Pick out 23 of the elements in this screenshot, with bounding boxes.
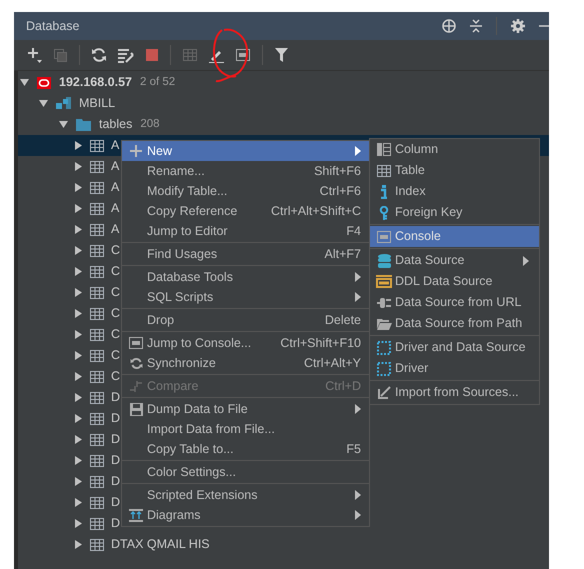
table-name: C [111, 347, 120, 364]
table-count: 208 [140, 116, 160, 132]
schema-count: 2 of 52 [140, 74, 176, 90]
table-name: DTAX QMAIL HIS [111, 536, 210, 554]
table-name: C [111, 284, 120, 302]
table-name: A [111, 137, 120, 154]
table-name: C [111, 242, 120, 260]
table-name: D [111, 452, 120, 470]
table-name: D [111, 494, 120, 512]
table-name: A [111, 221, 120, 238]
table-name: C [111, 326, 120, 344]
table-name: A [111, 158, 120, 176]
table-name: A [111, 200, 120, 218]
panel-title: Database [26, 18, 80, 35]
table-name: D [111, 389, 120, 406]
table-name: D [111, 515, 120, 532]
table-name: A [111, 179, 120, 196]
table-name: D [111, 473, 120, 490]
table-name: C [111, 368, 120, 386]
table-name: C [111, 305, 120, 322]
table-name: D [111, 431, 120, 448]
table-name: D [111, 410, 120, 428]
table-name: C [111, 263, 120, 280]
